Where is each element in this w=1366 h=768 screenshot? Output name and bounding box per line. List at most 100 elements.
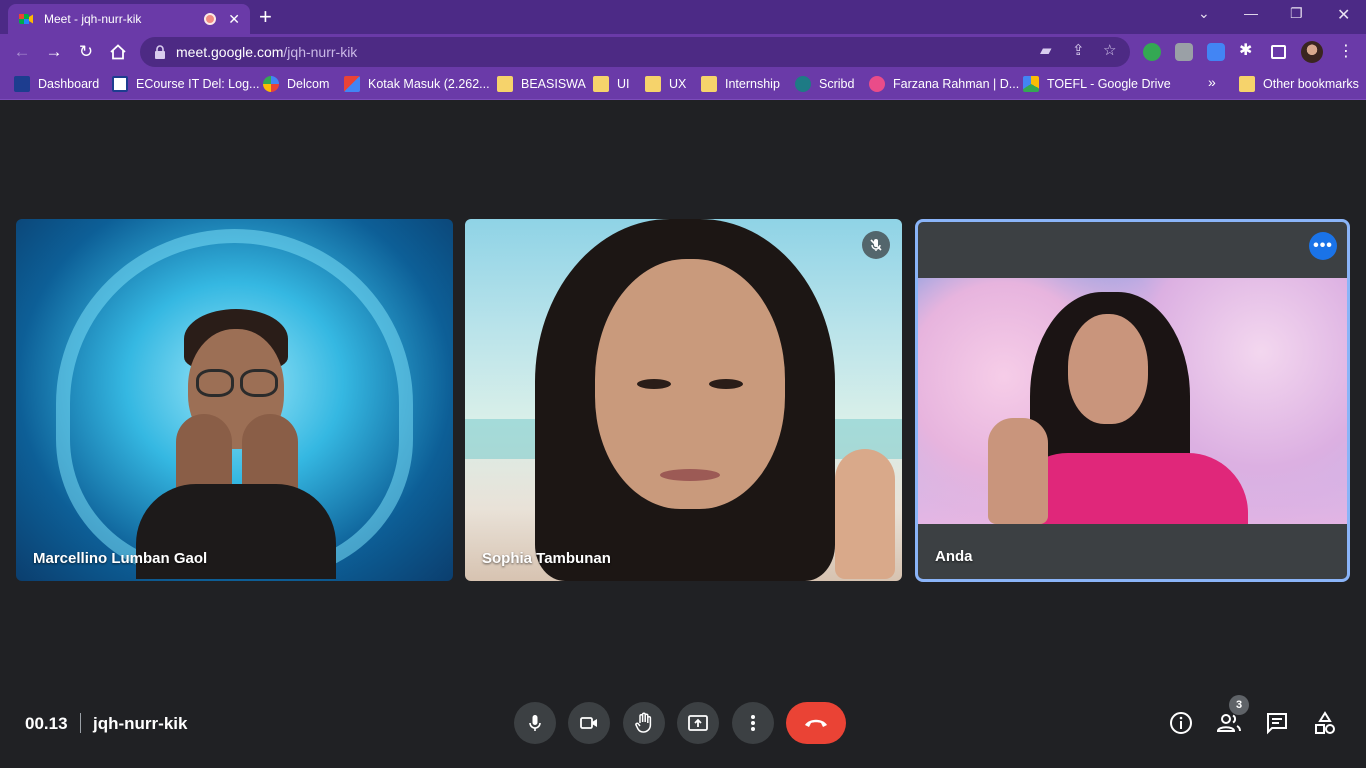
bookmark-beasiswa[interactable]: BEASISWA: [497, 76, 586, 92]
camera-in-use-icon[interactable]: ▰: [1040, 41, 1052, 59]
bookmark-ui[interactable]: UI: [593, 76, 630, 92]
lock-icon: [155, 45, 165, 59]
raise-hand-button[interactable]: [623, 702, 665, 744]
restore-button[interactable]: ❐: [1290, 5, 1303, 22]
activities-shapes-icon: [1315, 711, 1335, 734]
bookmark-label: UX: [669, 77, 687, 91]
delcom-icon: [263, 76, 279, 92]
mic-off-icon: [870, 239, 882, 251]
bookmark-label: TOEFL - Google Drive: [1047, 77, 1171, 91]
bookmark-dribbble[interactable]: Farzana Rahman | D...: [869, 76, 1019, 92]
url-path: /jqh-nurr-kik: [283, 44, 358, 60]
chat-button[interactable]: [1264, 710, 1290, 736]
bookmark-label: Kotak Masuk (2.262...: [368, 77, 490, 91]
bookmark-delcom[interactable]: Delcom: [263, 76, 329, 92]
close-tab-icon[interactable]: ✕: [228, 11, 240, 28]
vertical-dots-icon: [751, 715, 755, 731]
translate-extension-icon[interactable]: [1207, 43, 1225, 61]
folder-icon: [645, 76, 661, 92]
folder-icon: [701, 76, 717, 92]
leave-call-button[interactable]: [786, 702, 846, 744]
gmail-icon: [344, 76, 360, 92]
browser-menu-icon[interactable]: ⋮: [1338, 41, 1354, 61]
present-icon: [688, 715, 708, 731]
reload-button[interactable]: ↻: [76, 42, 96, 62]
bookmark-internship[interactable]: Internship: [701, 76, 780, 92]
info-icon: [1170, 712, 1192, 734]
participant-count-badge: 3: [1229, 695, 1249, 715]
bookmark-gmail[interactable]: Kotak Masuk (2.262...: [344, 76, 490, 92]
meet-favicon-icon: [19, 14, 33, 24]
meeting-code: jqh-nurr-kik: [93, 714, 188, 733]
more-options-menu-button[interactable]: [732, 702, 774, 744]
home-icon: [110, 44, 126, 60]
profile-avatar[interactable]: [1301, 41, 1323, 63]
bookmark-ux[interactable]: UX: [645, 76, 686, 92]
bookmark-label: Scribd: [819, 77, 855, 91]
tab-title: Meet - jqh-nurr-kik: [44, 12, 142, 26]
participant-video: [525, 219, 845, 581]
address-bar[interactable]: meet.google.com/jqh-nurr-kik: [140, 37, 1130, 67]
meeting-details-button[interactable]: [1168, 710, 1194, 736]
mic-icon: [529, 715, 541, 731]
microphone-button[interactable]: [514, 702, 556, 744]
folder-icon: [593, 76, 609, 92]
participant-tile-self[interactable]: ••• Anda: [915, 219, 1350, 582]
bookmark-toefl[interactable]: TOEFL - Google Drive: [1023, 76, 1171, 92]
home-button[interactable]: [108, 42, 128, 62]
activities-button[interactable]: [1312, 710, 1338, 736]
browser-toolbar: ← → ↻ meet.google.com/jqh-nurr-kik ▰ ⇪ ☆…: [0, 34, 1366, 70]
other-bookmarks[interactable]: Other bookmarks: [1239, 76, 1359, 92]
more-options-button[interactable]: •••: [1309, 232, 1337, 260]
scribd-icon: [795, 76, 811, 92]
bookmark-label: ECourse IT Del: Log...: [136, 77, 260, 91]
side-panel-icon[interactable]: [1271, 45, 1286, 59]
participant-video: [918, 278, 1347, 524]
participant-video: [136, 309, 336, 579]
extension-add-icon[interactable]: [1143, 43, 1161, 61]
folder-icon: [497, 76, 513, 92]
muted-indicator: [862, 231, 890, 259]
tab-meet[interactable]: Meet - jqh-nurr-kik ✕: [8, 4, 250, 34]
participant-name: Sophia Tambunan: [482, 550, 611, 567]
forward-button[interactable]: →: [44, 42, 64, 62]
back-button[interactable]: ←: [12, 42, 32, 62]
meet-stage: Marcellino Lumban Gaol Sophia Tambunan •…: [0, 101, 1366, 768]
close-window-button[interactable]: ✕: [1337, 5, 1350, 25]
url-host: meet.google.com: [176, 44, 284, 60]
people-icon: [1216, 714, 1241, 732]
other-bookmarks-label: Other bookmarks: [1263, 77, 1359, 91]
participant-tile-marcellino[interactable]: Marcellino Lumban Gaol: [16, 219, 453, 581]
bookmark-scribd[interactable]: Scribd: [795, 76, 854, 92]
participant-name: Anda: [935, 548, 973, 565]
bookmarks-bar: Dashboard ECourse IT Del: Log... Delcom …: [0, 70, 1366, 100]
hang-up-icon: [805, 719, 827, 727]
bookmark-label: BEASISWA: [521, 77, 586, 91]
camera-button[interactable]: [568, 702, 610, 744]
recording-indicator-icon: [204, 13, 217, 25]
folder-icon: [1239, 76, 1255, 92]
bookmark-star-icon[interactable]: ☆: [1103, 41, 1116, 59]
share-icon[interactable]: ⇪: [1072, 41, 1085, 59]
drive-icon: [1023, 76, 1039, 92]
screenshot-extension-icon[interactable]: [1175, 43, 1193, 61]
present-screen-button[interactable]: [677, 702, 719, 744]
app-window: Meet - jqh-nurr-kik ✕ + ⌄ — ❐ ✕ ← → ↻ me…: [0, 0, 1366, 768]
hand-thumbs-up: [835, 449, 895, 579]
chat-icon: [1267, 713, 1287, 735]
bookmark-dashboard[interactable]: Dashboard: [14, 76, 99, 92]
participant-tile-sophia[interactable]: Sophia Tambunan: [465, 219, 902, 581]
dribbble-icon: [869, 76, 885, 92]
bookmark-label: Delcom: [287, 77, 330, 91]
overflow-chevron-icon: »: [1208, 74, 1216, 90]
extensions-puzzle-icon[interactable]: ✱: [1239, 40, 1257, 59]
tab-search-icon[interactable]: ⌄: [1198, 5, 1210, 22]
minimize-button[interactable]: —: [1244, 5, 1258, 21]
bookmarks-overflow-button[interactable]: »: [1208, 74, 1216, 90]
hand-icon: [635, 712, 652, 733]
new-tab-button[interactable]: +: [259, 6, 272, 28]
bookmark-ecourse[interactable]: ECourse IT Del: Log...: [112, 76, 259, 92]
video-camera-icon: [580, 717, 597, 729]
participant-name: Marcellino Lumban Gaol: [33, 550, 208, 567]
meeting-clock: 00.13: [25, 714, 68, 733]
